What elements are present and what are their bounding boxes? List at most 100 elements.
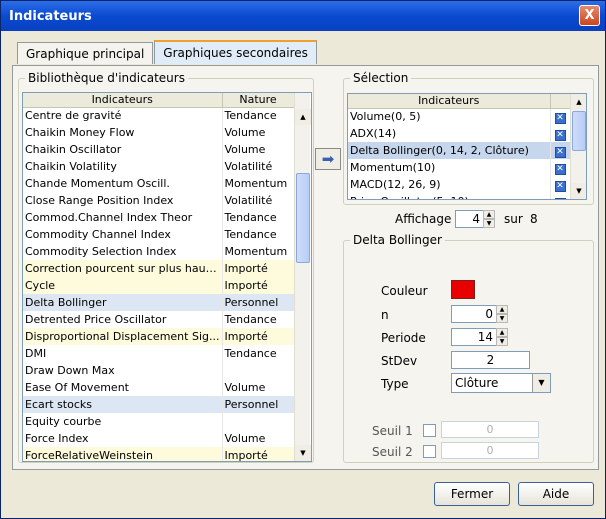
table-row[interactable]: Chaikin Money Flow Volume [23, 124, 295, 141]
indicator-name[interactable]: Force Index [23, 430, 223, 447]
table-row[interactable]: Ease Of Movement Volume [23, 379, 295, 396]
library-scrollbar[interactable]: ▲ ▼ [294, 93, 311, 461]
indicator-nature[interactable]: Personnel [222, 294, 295, 311]
add-indicator-button[interactable]: ➡ [315, 148, 341, 170]
seuil2-checkbox[interactable] [423, 445, 436, 458]
indicator-nature[interactable]: Importé [222, 328, 295, 345]
selected-indicator-name[interactable]: Price Oscillator(5, 10) [348, 193, 551, 199]
indicator-nature[interactable] [222, 362, 295, 379]
table-row[interactable]: DMI Tendance [23, 345, 295, 362]
table-row[interactable]: Draw Down Max [23, 362, 295, 379]
table-row[interactable]: Commodity Channel Index Tendance [23, 226, 295, 243]
table-row[interactable]: Equity courbe [23, 413, 295, 430]
indicator-nature[interactable] [222, 413, 295, 430]
type-select[interactable]: Clôture ▼ [451, 373, 551, 393]
indicator-nature[interactable]: Volatilité [222, 158, 295, 175]
selected-indicator-name[interactable]: MACD(12, 26, 9) [348, 176, 551, 193]
indicator-name[interactable]: Centre de gravité [23, 107, 223, 124]
spin-down-icon[interactable]: ▼ [496, 314, 508, 323]
table-row[interactable]: Force Index Volume [23, 430, 295, 447]
table-row[interactable]: Close Range Position Index Volatilité [23, 192, 295, 209]
selection-row[interactable]: Momentum(10) ✕ [348, 159, 571, 176]
library-scroll-down[interactable]: ▼ [295, 445, 311, 461]
table-row[interactable]: Commodity Selection Index Momentum [23, 243, 295, 260]
indicator-nature[interactable]: Volume [222, 141, 295, 158]
table-row[interactable]: Chande Momentum Oscill. Momentum [23, 175, 295, 192]
selection-row[interactable]: Delta Bollinger(0, 14, 2, Clôture) ✕ [348, 142, 571, 159]
stdev-input[interactable]: 2 [451, 351, 530, 369]
selection-row[interactable]: MACD(12, 26, 9) ✕ [348, 176, 571, 193]
close-window-button[interactable]: X [579, 5, 600, 26]
tab-graphiques-secondaires[interactable]: Graphiques secondaires [154, 40, 317, 64]
display-count-spinner[interactable]: ▲ ▼ [483, 210, 495, 228]
remove-icon[interactable]: ✕ [554, 129, 566, 141]
table-row[interactable]: Chaikin Oscillator Volume [23, 141, 295, 158]
indicator-nature[interactable]: Volume [222, 430, 295, 447]
table-row[interactable]: Ecart stocks Personnel [23, 396, 295, 413]
indicator-nature[interactable]: Tendance [222, 107, 295, 124]
indicator-nature[interactable]: Tendance [222, 345, 295, 362]
seuil1-checkbox[interactable] [423, 424, 436, 437]
table-row[interactable]: Chaikin Volatility Volatilité [23, 158, 295, 175]
spin-down-icon[interactable]: ▼ [496, 337, 508, 346]
indicator-name[interactable]: Cycle [23, 277, 223, 294]
indicator-name[interactable]: DMI [23, 345, 223, 362]
tab-graphique-principal[interactable]: Graphique principal [17, 42, 154, 64]
spin-up-icon[interactable]: ▲ [496, 328, 508, 337]
indicator-name[interactable]: Ease Of Movement [23, 379, 223, 396]
n-spinner[interactable]: ▲ ▼ [496, 305, 508, 323]
selection-scrollbar[interactable]: ▲ ▼ [570, 94, 586, 199]
remove-icon[interactable]: ✕ [554, 112, 566, 124]
indicator-name[interactable]: Commod.Channel Index Theor [23, 209, 223, 226]
display-count-input[interactable]: 4 [455, 210, 484, 228]
indicator-name[interactable]: Detrented Price Oscillator [23, 311, 223, 328]
remove-icon[interactable]: ✕ [554, 180, 566, 192]
indicator-name[interactable]: Ecart stocks [23, 396, 223, 413]
indicator-name[interactable]: Chaikin Oscillator [23, 141, 223, 158]
indicator-name[interactable]: Commodity Channel Index [23, 226, 223, 243]
indicator-nature[interactable]: Momentum [222, 175, 295, 192]
library-col-indicateurs[interactable]: Indicateurs [23, 93, 223, 108]
indicator-nature[interactable]: Tendance [222, 209, 295, 226]
remove-icon[interactable]: ✕ [554, 197, 566, 199]
table-row[interactable]: Cycle Importé [23, 277, 295, 294]
table-row[interactable]: Correction pourcent sur plus haut ... Imp… [23, 260, 295, 277]
table-row[interactable]: Centre de gravité Tendance [23, 107, 295, 124]
indicator-name[interactable]: Disproportional Displacement Sig... [23, 328, 223, 345]
table-row[interactable]: Detrented Price Oscillator Tendance [23, 311, 295, 328]
selected-indicator-name[interactable]: Momentum(10) [348, 159, 551, 176]
selection-scroll-thumb[interactable] [572, 111, 586, 151]
seuil2-input[interactable]: 0 [441, 442, 539, 459]
indicator-name[interactable]: Equity courbe [23, 413, 223, 430]
library-scroll-thumb[interactable] [296, 173, 310, 263]
indicator-nature[interactable]: Volume [222, 124, 295, 141]
selected-indicator-name[interactable]: Volume(0, 5) [348, 108, 551, 125]
indicator-name[interactable]: Correction pourcent sur plus haut ... [23, 260, 223, 277]
indicator-name[interactable]: Close Range Position Index [23, 192, 223, 209]
selection-row[interactable]: ADX(14) ✕ [348, 125, 571, 142]
indicator-name[interactable]: Commodity Selection Index [23, 243, 223, 260]
close-button[interactable]: Fermer [434, 482, 510, 506]
spin-down-icon[interactable]: ▼ [483, 219, 495, 228]
indicator-nature[interactable]: Importé [222, 447, 295, 461]
remove-icon[interactable]: ✕ [554, 163, 566, 175]
indicator-name[interactable]: Chaikin Money Flow [23, 124, 223, 141]
chevron-down-icon[interactable]: ▼ [532, 374, 550, 392]
indicator-name[interactable]: Draw Down Max [23, 362, 223, 379]
library-col-nature[interactable]: Nature [222, 93, 295, 108]
n-input[interactable]: 0 [451, 305, 497, 323]
periode-spinner[interactable]: ▲ ▼ [496, 328, 508, 346]
selection-row[interactable]: Price Oscillator(5, 10)✕ [348, 193, 571, 199]
seuil1-input[interactable]: 0 [441, 421, 539, 438]
table-row[interactable]: Commod.Channel Index Theor Tendance [23, 209, 295, 226]
selection-scroll-down[interactable]: ▼ [571, 183, 586, 199]
selection-scroll-up[interactable]: ▲ [571, 94, 586, 110]
table-row[interactable]: ForceRelativeWeinstein Importé [23, 447, 295, 461]
selected-indicator-name[interactable]: ADX(14) [348, 125, 551, 142]
spin-up-icon[interactable]: ▲ [483, 210, 495, 219]
indicator-name[interactable]: Delta Bollinger [23, 294, 223, 311]
indicator-nature[interactable]: Momentum [222, 243, 295, 260]
indicator-name[interactable]: Chaikin Volatility [23, 158, 223, 175]
indicator-nature[interactable]: Importé [222, 260, 295, 277]
help-button[interactable]: Aide [518, 482, 594, 506]
